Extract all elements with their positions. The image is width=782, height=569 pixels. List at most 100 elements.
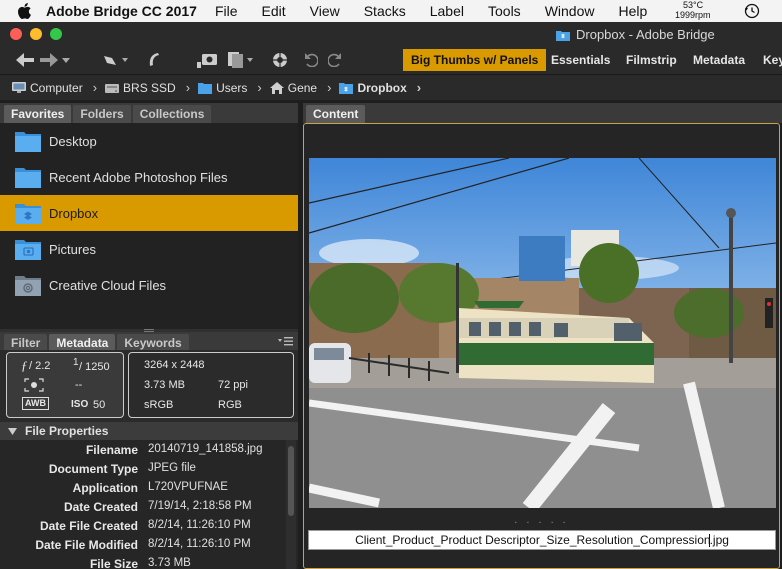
apple-icon[interactable] — [18, 3, 34, 19]
disclosure-triangle-icon[interactable] — [8, 427, 17, 435]
menu-window[interactable]: Window — [545, 3, 595, 19]
computer-icon — [12, 81, 26, 94]
file-properties-header[interactable]: File Properties — [0, 422, 298, 440]
scrollbar-thumb[interactable] — [288, 446, 294, 516]
menu-help[interactable]: Help — [618, 3, 647, 19]
tab-folders[interactable]: Folders — [73, 105, 131, 123]
iso-value: 50 — [93, 399, 106, 411]
property-row: Document Type JPEG file — [48, 462, 196, 476]
pagination-dots: . . . . . — [514, 514, 569, 526]
menu-view[interactable]: View — [310, 3, 340, 19]
app-menu[interactable]: Adobe Bridge CC 2017 — [46, 3, 197, 19]
property-row: Application L720VPUFNAE — [72, 481, 228, 495]
workspace-big-thumbs[interactable]: Big Thumbs w/ Panels — [403, 49, 547, 71]
breadcrumb: Computer › BRS SSD › Users › Gene › Drop… — [0, 74, 782, 100]
zoom-window-button[interactable] — [50, 28, 62, 40]
cpu-temperature: 53°C — [683, 0, 704, 10]
content-panel: . . . . . Client_Product_Product Descrip… — [303, 123, 780, 569]
folder-icon — [15, 166, 41, 188]
forward-arrow-icon[interactable] — [38, 49, 60, 71]
toolbar: Big Thumbs w/ Panels Essentials Filmstri… — [0, 46, 782, 74]
filename-edit-field[interactable]: Client_Product_Product Descriptor_Size_R… — [308, 530, 776, 550]
filename-extension: .jpg — [709, 533, 729, 547]
favorite-dropbox[interactable]: Dropbox — [0, 195, 298, 231]
boomerang-icon[interactable] — [144, 49, 164, 71]
refine-menu-icon[interactable] — [226, 49, 256, 71]
menu-label[interactable]: Label — [430, 3, 464, 19]
window-title-bar: Dropbox - Adobe Bridge — [0, 22, 782, 46]
menu-stacks[interactable]: Stacks — [364, 3, 406, 19]
favorite-pictures[interactable]: Pictures — [0, 231, 298, 267]
file-data-box: 3264 x 2448 3.73 MB 72 ppi sRGB RGB — [128, 352, 294, 418]
dropbox-folder-icon — [556, 29, 570, 41]
iso-icon: ISO — [71, 399, 89, 410]
breadcrumb-separator-icon: › — [185, 80, 191, 95]
thumbnail-image[interactable] — [309, 158, 776, 508]
menu-tools[interactable]: Tools — [488, 3, 521, 19]
favorite-recent-photoshop[interactable]: Recent Adobe Photoshop Files — [0, 159, 298, 195]
breadcrumb-computer[interactable]: Computer › — [12, 80, 105, 95]
window-title: Dropbox - Adobe Bridge — [556, 27, 715, 42]
shutter-numerator: 1 — [73, 357, 79, 368]
camera-data-box: ƒ / 2.2 1 / 1250 -- AWB ISO 50 — [6, 352, 124, 418]
creative-cloud-folder-icon — [15, 274, 41, 296]
pictures-folder-icon — [15, 238, 41, 260]
aperture-value: / 2.2 — [29, 360, 51, 372]
reveal-recent-icon[interactable] — [100, 49, 130, 71]
favorite-creative-cloud[interactable]: Creative Cloud Files — [0, 267, 298, 303]
folder-icon — [198, 82, 213, 94]
rotate-left-icon[interactable] — [302, 49, 320, 71]
breadcrumb-separator-icon: › — [416, 80, 422, 95]
property-row: Date File Created 8/2/14, 11:26:10 PM — [39, 519, 251, 533]
home-icon — [269, 81, 284, 94]
history-dropdown-icon[interactable] — [60, 49, 72, 71]
breadcrumb-separator-icon: › — [92, 80, 98, 95]
property-row: File Size 3.73 MB — [89, 557, 191, 569]
menu-edit[interactable]: Edit — [262, 3, 286, 19]
image-dimensions: 3264 x 2448 — [144, 359, 205, 371]
color-mode: RGB — [218, 399, 242, 411]
metering-value: -- — [75, 379, 83, 391]
image-resolution: 72 ppi — [218, 379, 248, 391]
tab-content[interactable]: Content — [306, 105, 366, 123]
white-balance-icon: AWB — [22, 397, 49, 410]
folder-icon — [15, 130, 41, 152]
system-status[interactable]: 53°C 1999rpm — [675, 0, 711, 20]
get-photos-camera-icon[interactable] — [196, 49, 218, 71]
camera-raw-icon[interactable] — [270, 49, 290, 71]
rotate-right-icon[interactable] — [326, 49, 344, 71]
filename-text-before-caret: Client_Product_Product Descriptor_Size_R… — [355, 533, 711, 547]
breadcrumb-gene[interactable]: Gene › — [269, 80, 340, 95]
tab-collections[interactable]: Collections — [132, 105, 212, 123]
favorite-desktop[interactable]: Desktop — [0, 123, 298, 159]
drive-icon — [105, 82, 120, 94]
workspace-keywords[interactable]: Key — [755, 49, 782, 71]
breadcrumb-dropbox[interactable]: Dropbox › — [339, 80, 429, 95]
workspace-filmstrip[interactable]: Filmstrip — [618, 49, 685, 71]
dropbox-folder-icon — [15, 202, 41, 224]
file-properties-section: File Properties Filename 20140719_141858… — [0, 422, 298, 569]
tab-favorites[interactable]: Favorites — [4, 105, 72, 123]
property-row: Filename 20140719_141858.jpg — [85, 443, 263, 457]
time-machine-icon[interactable] — [744, 3, 760, 19]
minimize-window-button[interactable] — [30, 28, 42, 40]
back-arrow-icon[interactable] — [14, 49, 36, 71]
close-window-button[interactable] — [10, 28, 22, 40]
panel-menu-icon[interactable] — [278, 336, 294, 348]
favorites-tab-strip: Favorites Folders Collections — [0, 103, 298, 123]
breadcrumb-users[interactable]: Users › — [198, 80, 270, 95]
breadcrumb-separator-icon: › — [327, 80, 332, 95]
breadcrumb-separator-icon: › — [257, 80, 262, 95]
menu-bar: Adobe Bridge CC 2017 File Edit View Stac… — [0, 0, 782, 22]
property-row: Date Created 7/19/14, 2:18:58 PM — [63, 500, 252, 514]
breadcrumb-brs-ssd[interactable]: BRS SSD › — [105, 80, 198, 95]
workspace-essentials[interactable]: Essentials — [543, 49, 618, 71]
favorites-panel: Desktop Recent Adobe Photoshop Files Dro… — [0, 123, 298, 329]
property-row: Date File Modified 8/2/14, 11:26:10 PM — [35, 538, 251, 552]
file-size-summary: 3.73 MB — [144, 379, 185, 391]
aperture-icon: ƒ — [21, 358, 28, 373]
metadata-tab-strip: Filter Metadata Keywords — [0, 332, 298, 352]
workspace-metadata[interactable]: Metadata — [685, 49, 753, 71]
metadata-scrollbar[interactable] — [286, 440, 296, 569]
menu-file[interactable]: File — [215, 3, 238, 19]
